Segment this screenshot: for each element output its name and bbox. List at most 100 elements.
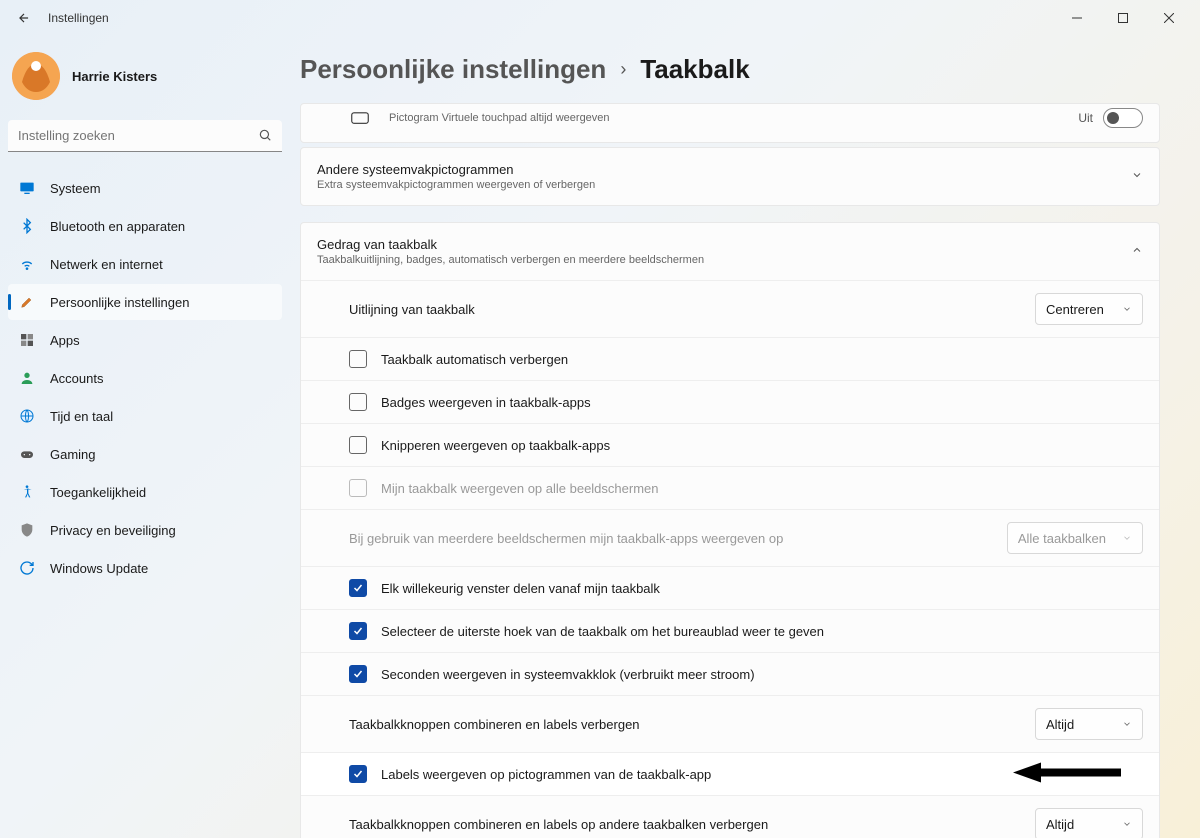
search-box <box>8 120 282 152</box>
person-icon <box>18 369 36 387</box>
monitor-icon <box>18 179 36 197</box>
card-title: Gedrag van taakbalk <box>317 237 1131 252</box>
search-icon <box>258 128 272 147</box>
seconds-row: Seconden weergeven in systeemvakklok (ve… <box>301 652 1159 695</box>
touchpad-card: Pictogram Virtuele touchpad altijd weerg… <box>300 103 1160 143</box>
accessibility-icon <box>18 483 36 501</box>
alignment-row: Uitlijning van taakbalk Centreren <box>301 280 1159 337</box>
setting-label: Labels weergeven op pictogrammen van de … <box>381 767 711 782</box>
chevron-up-icon <box>1131 243 1143 261</box>
combine-row: Taakbalkknoppen combineren en labels ver… <box>301 695 1159 752</box>
nav-label: Systeem <box>50 181 101 196</box>
window-title: Instellingen <box>48 11 109 25</box>
far-corner-checkbox[interactable] <box>349 622 367 640</box>
bluetooth-icon <box>18 217 36 235</box>
breadcrumb-parent[interactable]: Persoonlijke instellingen <box>300 54 606 85</box>
combine-dropdown[interactable]: Altijd <box>1035 708 1143 740</box>
sidebar: Harrie Kisters Systeem Bluetooth en appa… <box>0 36 290 838</box>
badges-row: Badges weergeven in taakbalk-apps <box>301 380 1159 423</box>
setting-label: Elk willekeurig venster delen vanaf mijn… <box>381 581 660 596</box>
profile-block[interactable]: Harrie Kisters <box>8 44 282 116</box>
minimize-button[interactable] <box>1054 2 1100 34</box>
nav-list: Systeem Bluetooth en apparaten Netwerk e… <box>8 170 282 586</box>
shield-icon <box>18 521 36 539</box>
dropdown-value: Alle taakbalken <box>1018 531 1106 546</box>
avatar <box>12 52 60 100</box>
auto-hide-row: Taakbalk automatisch verbergen <box>301 337 1159 380</box>
nav-label: Apps <box>50 333 80 348</box>
setting-label: Seconden weergeven in systeemvakklok (ve… <box>381 667 755 682</box>
nav-item-apps[interactable]: Apps <box>8 322 282 358</box>
setting-label: Badges weergeven in taakbalk-apps <box>381 395 591 410</box>
nav-item-privacy[interactable]: Privacy en beveiliging <box>8 512 282 548</box>
nav-item-gaming[interactable]: Gaming <box>8 436 282 472</box>
behavior-header[interactable]: Gedrag van taakbalk Taakbalkuitlijning, … <box>301 223 1159 280</box>
nav-item-accounts[interactable]: Accounts <box>8 360 282 396</box>
breadcrumb: Persoonlijke instellingen › Taakbalk <box>300 54 1160 85</box>
breadcrumb-current: Taakbalk <box>640 54 749 85</box>
chevron-down-icon <box>1131 168 1143 186</box>
dropdown-value: Altijd <box>1046 817 1074 832</box>
far-corner-row: Selecteer de uiterste hoek van de taakba… <box>301 609 1159 652</box>
nav-label: Privacy en beveiliging <box>50 523 176 538</box>
nav-item-time-language[interactable]: Tijd en taal <box>8 398 282 434</box>
dropdown-value: Centreren <box>1046 302 1104 317</box>
nav-item-system[interactable]: Systeem <box>8 170 282 206</box>
nav-item-bluetooth[interactable]: Bluetooth en apparaten <box>8 208 282 244</box>
setting-label: Bij gebruik van meerdere beeldschermen m… <box>349 531 783 546</box>
chevron-down-icon <box>1122 817 1132 832</box>
show-labels-checkbox[interactable] <box>349 765 367 783</box>
close-button[interactable] <box>1146 2 1192 34</box>
flash-row: Knipperen weergeven op taakbalk-apps <box>301 423 1159 466</box>
chevron-down-icon <box>1122 717 1132 732</box>
badges-checkbox[interactable] <box>349 393 367 411</box>
touchpad-sublabel: Pictogram Virtuele touchpad altijd weerg… <box>389 112 610 124</box>
arrow-left-icon <box>17 11 31 25</box>
combine-other-dropdown[interactable]: Altijd <box>1035 808 1143 838</box>
nav-label: Windows Update <box>50 561 148 576</box>
nav-label: Netwerk en internet <box>50 257 163 272</box>
other-tray-card[interactable]: Andere systeemvakpictogrammen Extra syst… <box>300 147 1160 206</box>
toggle-state: Uit <box>1078 111 1093 125</box>
share-window-row: Elk willekeurig venster delen vanaf mijn… <box>301 566 1159 609</box>
nav-item-windows-update[interactable]: Windows Update <box>8 550 282 586</box>
maximize-button[interactable] <box>1100 2 1146 34</box>
behavior-card: Gedrag van taakbalk Taakbalkuitlijning, … <box>300 222 1160 838</box>
setting-label: Uitlijning van taakbalk <box>349 302 475 317</box>
nav-item-network[interactable]: Netwerk en internet <box>8 246 282 282</box>
content-area: Persoonlijke instellingen › Taakbalk Pic… <box>290 36 1200 838</box>
dropdown-value: Altijd <box>1046 717 1074 732</box>
all-displays-checkbox <box>349 479 367 497</box>
nav-label: Persoonlijke instellingen <box>50 295 189 310</box>
nav-item-accessibility[interactable]: Toegankelijkheid <box>8 474 282 510</box>
card-subtitle: Taakbalkuitlijning, badges, automatisch … <box>317 254 1131 266</box>
gamepad-icon <box>18 445 36 463</box>
search-input[interactable] <box>8 120 282 152</box>
profile-name: Harrie Kisters <box>72 69 157 84</box>
minimize-icon <box>1072 13 1082 23</box>
multi-display-dropdown: Alle taakbalken <box>1007 522 1143 554</box>
setting-label: Taakbalkknoppen combineren en labels op … <box>349 817 768 832</box>
touchpad-icon <box>351 109 369 127</box>
alignment-dropdown[interactable]: Centreren <box>1035 293 1143 325</box>
update-icon <box>18 559 36 577</box>
share-window-checkbox[interactable] <box>349 579 367 597</box>
show-labels-row: Labels weergeven op pictogrammen van de … <box>301 752 1159 795</box>
nav-item-personalization[interactable]: Persoonlijke instellingen <box>8 284 282 320</box>
flash-checkbox[interactable] <box>349 436 367 454</box>
touchpad-toggle[interactable] <box>1103 108 1143 128</box>
combine-other-row: Taakbalkknoppen combineren en labels op … <box>301 795 1159 838</box>
wifi-icon <box>18 255 36 273</box>
setting-label: Taakbalkknoppen combineren en labels ver… <box>349 717 640 732</box>
nav-label: Gaming <box>50 447 96 462</box>
close-icon <box>1164 13 1174 23</box>
nav-label: Bluetooth en apparaten <box>50 219 185 234</box>
nav-label: Accounts <box>50 371 103 386</box>
back-button[interactable] <box>8 2 40 34</box>
seconds-checkbox[interactable] <box>349 665 367 683</box>
auto-hide-checkbox[interactable] <box>349 350 367 368</box>
nav-label: Toegankelijkheid <box>50 485 146 500</box>
multi-display-row: Bij gebruik van meerdere beeldschermen m… <box>301 509 1159 566</box>
maximize-icon <box>1118 13 1128 23</box>
setting-label: Selecteer de uiterste hoek van de taakba… <box>381 624 824 639</box>
